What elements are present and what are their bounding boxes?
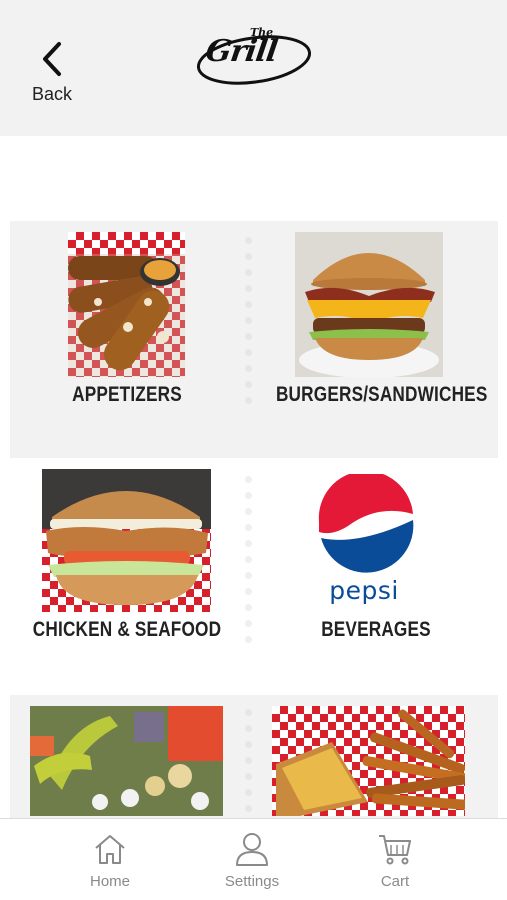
app-header: Back The Grill — [0, 0, 507, 136]
chicken-sandwich-image — [42, 469, 211, 612]
chevron-left-icon — [43, 42, 61, 76]
category-burgers-sandwiches[interactable]: BURGERS/SANDWICHES — [254, 221, 498, 458]
grilled-cheese-fries-image — [272, 706, 465, 816]
category-label: BEVERAGES — [321, 618, 431, 641]
back-button[interactable]: Back — [22, 40, 82, 110]
category-label: APPETIZERS — [72, 383, 182, 406]
back-label: Back — [31, 84, 73, 104]
tab-label: Home — [89, 873, 130, 890]
category-label: CHICKEN & SEAFOOD — [32, 618, 222, 641]
category-row-1: APPETIZERS BURGERS/SANDWICHES — [10, 221, 498, 458]
category-salads[interactable] — [10, 695, 244, 825]
dotted-divider — [244, 476, 252, 643]
dotted-divider — [244, 709, 252, 812]
burger-image — [295, 232, 443, 377]
salad-image — [30, 706, 223, 816]
category-beverages[interactable]: pepsi BEVERAGES — [254, 458, 498, 690]
pretzel-image — [68, 232, 185, 377]
dotted-divider — [244, 237, 252, 404]
grill-logo: The Grill — [194, 24, 314, 90]
user-icon — [236, 833, 268, 866]
category-row-2: CHICKEN & SEAFOOD pepsi BEVERAGES — [10, 458, 498, 690]
tab-settings[interactable]: Settings — [197, 831, 307, 895]
category-label: BURGERS/SANDWICHES — [275, 383, 488, 406]
tab-label: Cart — [380, 873, 410, 890]
category-sides[interactable] — [254, 695, 498, 825]
pepsi-logo: pepsi — [316, 472, 416, 612]
category-chicken-seafood[interactable]: CHICKEN & SEAFOOD — [10, 458, 244, 690]
category-appetizers[interactable]: APPETIZERS — [10, 221, 244, 458]
bottom-tab-bar: Home Settings Cart — [0, 818, 507, 900]
tab-cart[interactable]: Cart — [340, 831, 450, 895]
category-row-3 — [10, 695, 498, 825]
cart-icon — [379, 835, 411, 865]
home-icon — [95, 835, 125, 864]
pepsi-wordmark: pepsi — [329, 576, 399, 605]
logo-grill-text: Grill — [203, 34, 280, 69]
tab-home[interactable]: Home — [55, 831, 165, 895]
tab-label: Settings — [224, 873, 280, 890]
